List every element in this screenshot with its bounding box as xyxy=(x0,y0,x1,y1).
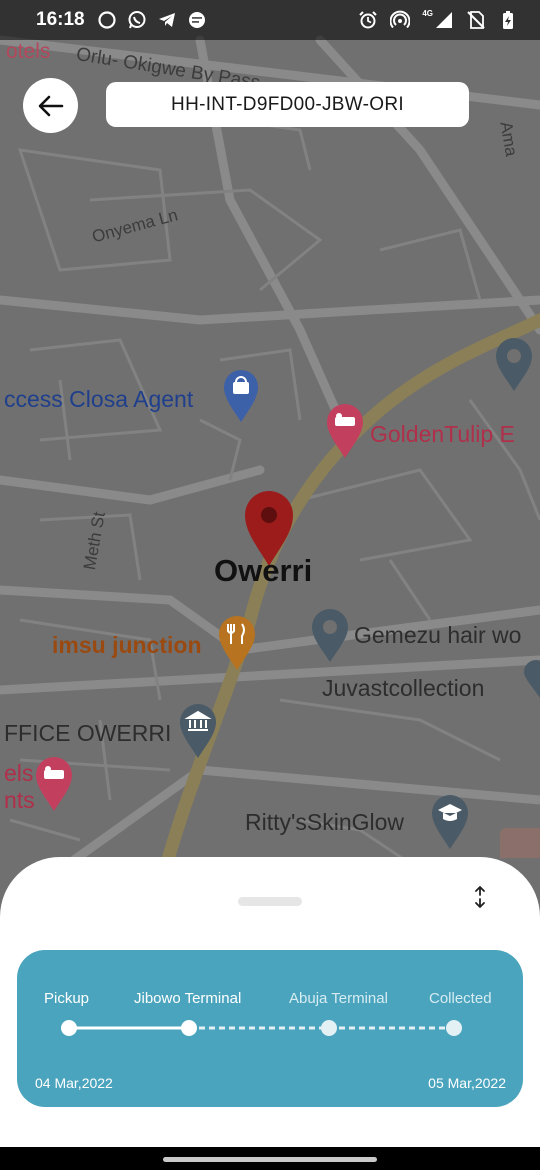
poi-label-golden-tulip[interactable]: GoldenTulip E xyxy=(370,421,515,448)
poi-label-office[interactable]: FFICE OWERRI xyxy=(4,720,171,747)
navigation-bar xyxy=(0,1147,540,1170)
restaurant-pin-icon[interactable] xyxy=(217,614,257,672)
whatsapp-icon xyxy=(128,11,146,29)
home-gesture-handle[interactable] xyxy=(163,1157,377,1162)
status-bar: 16:18 4G xyxy=(0,0,540,40)
stage-dot-pickup xyxy=(61,1020,77,1036)
hotel-pin-icon[interactable] xyxy=(325,402,365,460)
no-sim-icon xyxy=(467,11,485,29)
network-type-label: 4G xyxy=(422,9,433,18)
tracking-id-field: HH-INT-D9FD00-JBW-ORI xyxy=(106,82,469,127)
message-icon xyxy=(188,12,205,28)
signal-bars-icon xyxy=(436,12,452,28)
poi-label-juvast[interactable]: Juvastcollection xyxy=(322,675,484,702)
alarm-icon xyxy=(359,11,378,29)
start-date: 04 Mar,2022 xyxy=(35,1075,113,1091)
battery-charging-icon xyxy=(503,11,513,29)
school-pin-icon[interactable] xyxy=(430,793,470,851)
tracking-id-text: HH-INT-D9FD00-JBW-ORI xyxy=(171,93,404,115)
drag-handle[interactable] xyxy=(238,897,302,906)
hotspot-icon xyxy=(390,10,411,29)
telegram-icon xyxy=(158,13,175,27)
end-date: 05 Mar,2022 xyxy=(428,1075,506,1091)
expand-collapse-icon[interactable] xyxy=(470,884,490,910)
map-label-otels: otels xyxy=(6,40,51,63)
poi-label-ritty[interactable]: Ritty'sSkinGlow xyxy=(245,809,404,836)
back-button[interactable] xyxy=(23,78,78,133)
signal-4g-icon: 4G xyxy=(422,10,454,30)
shopping-bag-pin-icon[interactable] xyxy=(222,368,260,424)
poi-label-els[interactable]: els xyxy=(4,760,33,787)
government-building-pin-icon[interactable] xyxy=(178,702,218,760)
tracking-bottom-sheet[interactable]: Pickup Jibowo Terminal Abuja Terminal Co… xyxy=(0,857,540,1147)
poi-label-gemezu[interactable]: Gemezu hair wo xyxy=(354,622,521,649)
location-pin-icon[interactable] xyxy=(522,660,540,700)
status-time: 16:18 xyxy=(36,9,85,30)
stage-dot-abuja-terminal xyxy=(321,1020,337,1036)
poi-label-access-closa[interactable]: ccess Closa Agent xyxy=(4,386,193,413)
poi-label-imsu-junction[interactable]: imsu junction xyxy=(52,632,202,659)
map-city-label: Owerri xyxy=(214,553,313,588)
stage-dot-collected xyxy=(446,1020,462,1036)
stage-dot-jibowo-terminal xyxy=(181,1020,197,1036)
poi-label-nts[interactable]: nts xyxy=(4,787,35,814)
map-building-shape xyxy=(500,828,540,858)
shipment-progress-card: Pickup Jibowo Terminal Abuja Terminal Co… xyxy=(17,950,523,1107)
arrow-left-icon xyxy=(38,95,63,116)
hotel-pin-icon[interactable] xyxy=(34,755,74,813)
location-pin-icon[interactable] xyxy=(310,608,350,664)
circle-icon xyxy=(98,11,116,29)
location-pin-icon[interactable] xyxy=(494,337,534,393)
